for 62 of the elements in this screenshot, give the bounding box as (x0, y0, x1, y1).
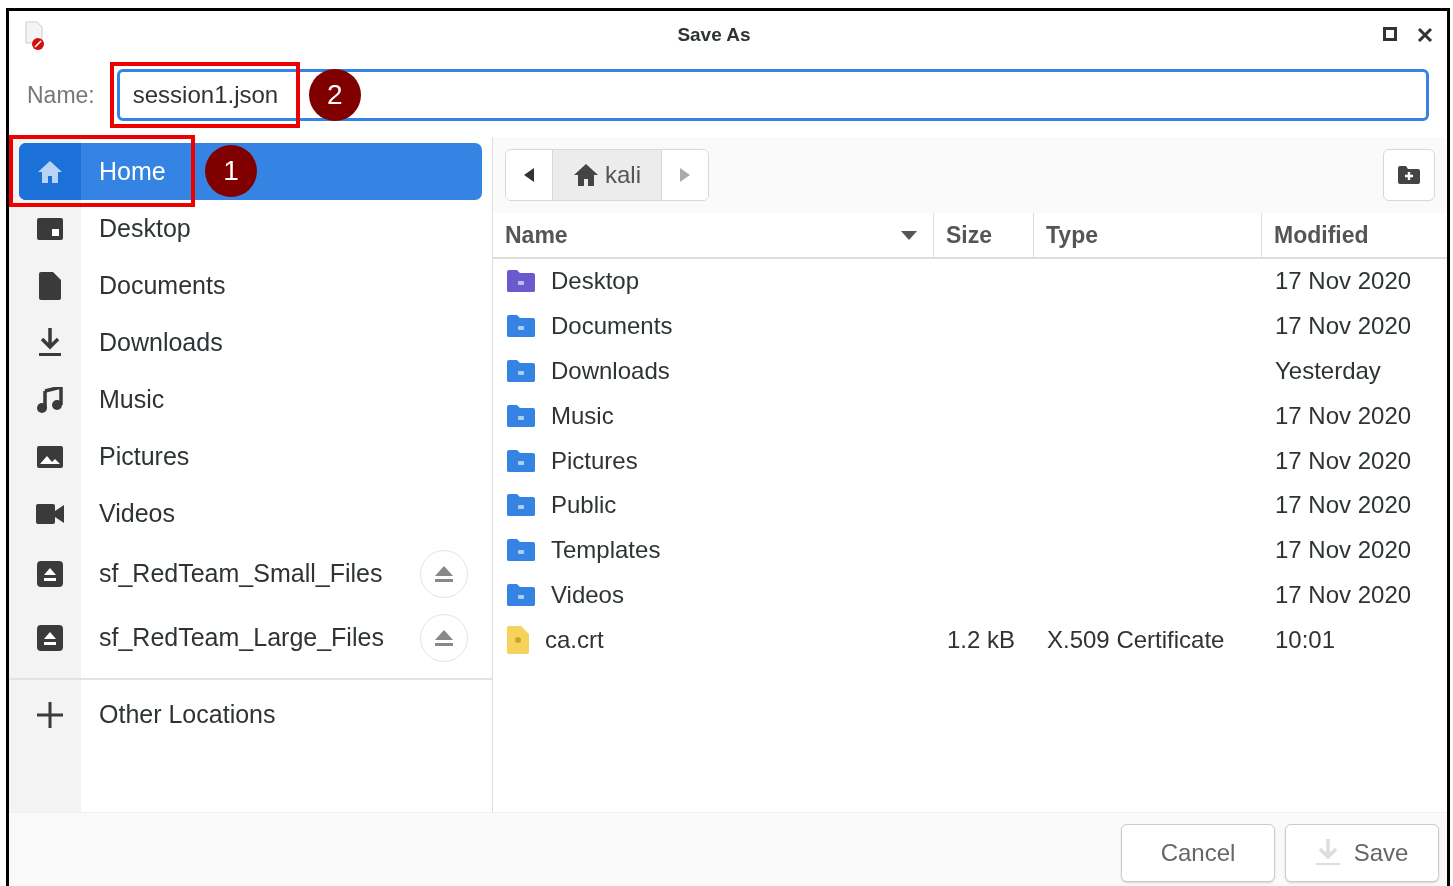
music-note-icon (37, 386, 63, 413)
column-header[interactable]: Size (946, 217, 993, 253)
modified-date: 17 Nov 2020 (1275, 400, 1412, 431)
sidebar-item[interactable]: sf_RedTeam_Large_Files (19, 606, 482, 670)
modified-date: 17 Nov 2020 (1275, 445, 1412, 476)
modified-date: 17 Nov 2020 (1275, 311, 1412, 342)
sidebar-item[interactable]: Desktop (19, 200, 482, 257)
file-size: 1.2 kB (947, 624, 1016, 655)
file-name[interactable]: Documents (551, 308, 673, 345)
eject-button[interactable] (420, 614, 468, 662)
sidebar-item[interactable]: Videos (19, 485, 482, 542)
column-header[interactable]: Type (1046, 217, 1098, 253)
window-title: Save As (677, 23, 751, 45)
eject-icon (434, 629, 454, 647)
sidebar-item[interactable]: Other Locations (19, 686, 482, 743)
maximize-icon[interactable] (1383, 27, 1397, 41)
name-label: Name: (27, 80, 95, 110)
home-icon (37, 159, 63, 184)
path-button[interactable]: kali (552, 150, 662, 200)
left-arrow-icon (524, 168, 534, 182)
file-name[interactable]: Videos (551, 576, 624, 613)
sidebar-item[interactable]: Downloads (19, 314, 482, 371)
close-icon[interactable] (1417, 27, 1433, 43)
image-icon (37, 445, 63, 468)
modified-date: 10:01 (1275, 624, 1336, 655)
eject-icon (434, 565, 454, 583)
right-arrow-icon (680, 168, 690, 182)
modified-date: 17 Nov 2020 (1275, 266, 1412, 297)
eject-button[interactable] (420, 550, 468, 598)
file-name[interactable]: Downloads (551, 353, 670, 389)
save-button[interactable]: Save (1285, 823, 1439, 882)
sidebar-item[interactable]: Pictures (19, 428, 482, 485)
desktop-icon (37, 217, 63, 240)
cancel-button[interactable]: Cancel (1121, 823, 1275, 882)
column-header[interactable]: Modified (1274, 217, 1369, 253)
video-camera-icon (36, 503, 64, 524)
home-icon (573, 163, 599, 187)
sidebar-item[interactable]: sf_RedTeam_Small_Files (19, 542, 482, 606)
document-icon (39, 271, 61, 300)
sidebar-item[interactable]: Documents (19, 257, 482, 314)
column-header[interactable]: Name (505, 217, 568, 253)
folder-plus-icon (1398, 166, 1420, 184)
app-icon (23, 20, 45, 50)
modified-date: 17 Nov 2020 (1275, 579, 1412, 610)
download-icon (38, 327, 62, 358)
file-name[interactable]: Music (551, 397, 614, 434)
modified-date: 17 Nov 2020 (1275, 535, 1412, 566)
file-name[interactable]: Templates (551, 532, 661, 569)
drive-icon (37, 625, 63, 651)
new-folder-button[interactable] (1383, 149, 1435, 201)
file-type: X.509 Certificate (1047, 624, 1225, 655)
download-icon (1315, 838, 1340, 867)
plus-icon (37, 701, 63, 728)
file-name[interactable]: Pictures (551, 442, 638, 479)
file-name[interactable]: Desktop (551, 263, 640, 300)
drive-icon (37, 561, 63, 587)
modified-date: Yesterday (1275, 356, 1381, 386)
file-name[interactable]: ca.crt (545, 621, 604, 658)
sort-caret-icon (901, 230, 917, 240)
sidebar-item[interactable]: Music (19, 371, 482, 428)
file-name[interactable]: Public (551, 487, 617, 524)
modified-date: 17 Nov 2020 (1275, 490, 1412, 521)
